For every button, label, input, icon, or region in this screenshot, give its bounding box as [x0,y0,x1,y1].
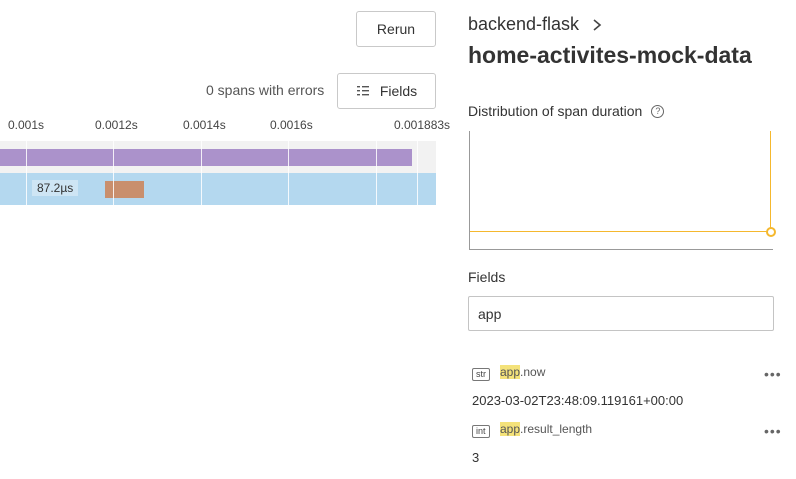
rerun-label: Rerun [376,21,416,37]
span-bar-small[interactable] [105,181,144,198]
field-name-app-now[interactable]: app.now [500,365,545,379]
span-errors-count: 0 spans with errors [206,82,325,98]
columns-icon [356,86,369,96]
distribution-chart[interactable] [469,131,776,250]
fields-button[interactable]: Fields [337,73,436,109]
span-duration-label: 87.2µs [32,180,79,196]
more-options-icon[interactable]: ••• [764,423,782,439]
fields-search-input[interactable] [468,296,774,331]
gridline [288,141,289,205]
field-name-rest: .now [520,365,546,379]
help-icon[interactable]: ? [651,104,665,118]
tick-label: 0.0016s [270,118,313,132]
tick-label: 0.001s [8,118,45,132]
trace-row-parent[interactable] [0,141,436,173]
chevron-right-icon [593,18,602,31]
type-tag-str: str [472,368,490,381]
fields-button-label: Fields [379,83,418,99]
breadcrumb[interactable]: backend-flask [468,14,603,35]
field-name-match: app [500,365,521,379]
gridline [201,141,202,205]
more-options-icon[interactable]: ••• [764,366,782,382]
field-value: 2023-03-02T23:48:09.119161+00:00 [472,393,684,408]
trace-row-selected[interactable]: 87.2µs [0,173,436,205]
tick-label: 0.0012s [95,118,138,132]
type-tag-int: int [472,425,490,438]
field-name-match: app [500,422,521,436]
breadcrumb-service[interactable]: backend-flask [468,14,579,35]
field-value: 3 [472,450,480,465]
tick-label: 0.0014s [183,118,226,132]
gridline [417,141,418,205]
tick-label: 0.001883s [394,118,451,132]
field-name-app-result-length[interactable]: app.result_length [500,422,592,436]
selection-handle-icon[interactable] [766,227,776,237]
gridline [376,141,377,205]
selection-marker-line [770,131,771,232]
fields-heading: Fields [468,269,506,285]
distribution-title: Distribution of span duration ? [468,103,665,119]
distribution-title-text: Distribution of span duration [468,103,643,119]
gridline [26,141,27,205]
field-name-rest: .result_length [520,422,593,436]
rerun-button[interactable]: Rerun [356,11,436,47]
span-bar[interactable] [0,149,412,166]
threshold-line [470,231,770,232]
gridline [113,141,114,205]
page-title: home-activites-mock-data [468,42,752,68]
